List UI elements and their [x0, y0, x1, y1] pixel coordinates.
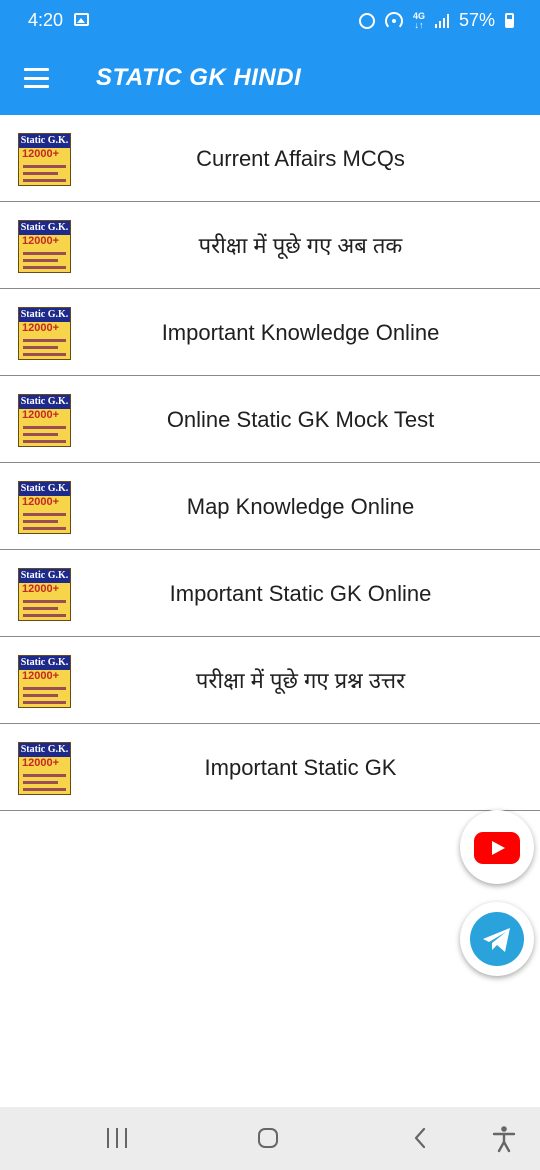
- thumbnail-title: Static G.K.: [19, 743, 70, 757]
- list-item[interactable]: Static G.K. 12000+ Important Static GK: [0, 724, 540, 811]
- list-item[interactable]: Static G.K. 12000+ Map Knowledge Online: [0, 463, 540, 550]
- thumbnail-title: Static G.K.: [19, 308, 70, 322]
- battery-percent: 57%: [458, 10, 495, 30]
- thumbnail-script-line: [23, 513, 66, 516]
- static-gk-thumbnail: Static G.K. 12000+: [18, 394, 71, 447]
- thumbnail-script-line: [23, 520, 58, 523]
- static-gk-thumbnail: Static G.K. 12000+: [18, 742, 71, 795]
- status-icons: 4G ↓↑ 57%: [358, 10, 514, 31]
- thumbnail-title: Static G.K.: [19, 134, 70, 148]
- battery-icon: [505, 13, 514, 28]
- network-type-icon: 4G ↓↑: [413, 11, 425, 30]
- list-item[interactable]: Static G.K. 12000+ Current Affairs MCQs: [0, 115, 540, 202]
- thumbnail-script-line: [23, 433, 58, 436]
- thumbnail-script-line: [23, 339, 66, 342]
- thumbnail-script-line: [23, 694, 58, 697]
- static-gk-thumbnail: Static G.K. 12000+: [18, 220, 71, 273]
- thumbnail-count: 12000+: [22, 583, 60, 595]
- telegram-icon: [470, 912, 524, 966]
- thumbnail-script-line: [23, 607, 58, 610]
- static-gk-thumbnail: Static G.K. 12000+: [18, 133, 71, 186]
- thumbnail-count: 12000+: [22, 148, 60, 160]
- list-item[interactable]: Static G.K. 12000+ परीक्षा में पूछे गए अब …: [0, 202, 540, 289]
- thumbnail-script-line: [23, 600, 66, 603]
- hotspot-icon: [384, 11, 403, 30]
- system-nav-bar: [0, 1107, 540, 1170]
- thumbnail-script-line: [23, 252, 66, 255]
- thumbnail-count: 12000+: [22, 496, 60, 508]
- thumbnail-script-line: [23, 179, 66, 182]
- thumbnail-count: 12000+: [22, 235, 60, 247]
- list-item-label: Online Static GK Mock Test: [166, 407, 435, 432]
- thumbnail-title: Static G.K.: [19, 482, 70, 496]
- signal-icon: [434, 13, 449, 28]
- list-item[interactable]: Static G.K. 12000+ Important Knowledge Onl…: [0, 289, 540, 376]
- static-gk-thumbnail: Static G.K. 12000+: [18, 655, 71, 708]
- thumbnail-script-line: [23, 527, 66, 530]
- thumbnail-title: Static G.K.: [19, 569, 70, 583]
- list-item[interactable]: Static G.K. 12000+ Important Static GK Onl…: [0, 550, 540, 637]
- list-item-label: Current Affairs MCQs: [196, 146, 405, 171]
- thumbnail-script-line: [23, 781, 58, 784]
- menu-list: Static G.K. 12000+ Current Affairs MCQs Sta…: [0, 115, 540, 811]
- list-item-label: Map Knowledge Online: [186, 494, 415, 519]
- list-item-label: परीक्षा में पूछे गए प्रश्न उत्तर: [195, 668, 406, 693]
- thumbnail-script-line: [23, 614, 66, 617]
- recent-apps-icon[interactable]: [107, 1128, 127, 1148]
- thumbnail-script-line: [23, 172, 58, 175]
- back-icon[interactable]: [411, 1127, 431, 1149]
- thumbnail-script-line: [23, 788, 66, 791]
- telegram-button[interactable]: [460, 902, 534, 976]
- thumbnail-title: Static G.K.: [19, 221, 70, 235]
- list-item-label: Important Static GK: [204, 755, 397, 780]
- home-icon[interactable]: [258, 1128, 278, 1148]
- thumbnail-count: 12000+: [22, 670, 60, 682]
- thumbnail-count: 12000+: [22, 757, 60, 769]
- hamburger-menu-icon[interactable]: [24, 68, 49, 88]
- thumbnail-script-line: [23, 259, 58, 262]
- thumbnail-script-line: [23, 266, 66, 269]
- thumbnail-count: 12000+: [22, 322, 60, 334]
- thumbnail-script-line: [23, 440, 66, 443]
- list-item[interactable]: Static G.K. 12000+ परीक्षा में पूछे गए प्र…: [0, 637, 540, 724]
- status-bar: 4:20 4G ↓↑ 57%: [0, 0, 540, 42]
- app-title: STATIC GK HINDI: [96, 64, 302, 91]
- status-time: 4:20: [28, 10, 64, 30]
- thumbnail-count: 12000+: [22, 409, 60, 421]
- thumbnail-title: Static G.K.: [19, 395, 70, 409]
- thumbnail-script-line: [23, 687, 66, 690]
- list-item[interactable]: Static G.K. 12000+ Online Static GK Mock T…: [0, 376, 540, 463]
- youtube-icon: [474, 832, 520, 864]
- thumbnail-script-line: [23, 774, 66, 777]
- app-bar: STATIC GK HINDI: [0, 42, 540, 115]
- youtube-button[interactable]: [460, 810, 534, 884]
- list-item-label: परीक्षा में पूछे गए अब तक: [198, 233, 403, 258]
- alarm-icon: [358, 12, 375, 29]
- thumbnail-script-line: [23, 701, 66, 704]
- thumbnail-script-line: [23, 165, 66, 168]
- list-item-label: Important Static GK Online: [169, 581, 432, 606]
- thumbnail-script-line: [23, 353, 66, 356]
- thumbnail-script-line: [23, 346, 58, 349]
- static-gk-thumbnail: Static G.K. 12000+: [18, 481, 71, 534]
- list-item-label: Important Knowledge Online: [161, 320, 440, 345]
- image-notification-icon: [74, 13, 89, 26]
- accessibility-icon[interactable]: [490, 1125, 518, 1153]
- network-activity-arrows: ↓↑: [414, 19, 424, 30]
- thumbnail-script-line: [23, 426, 66, 429]
- static-gk-thumbnail: Static G.K. 12000+: [18, 307, 71, 360]
- static-gk-thumbnail: Static G.K. 12000+: [18, 568, 71, 621]
- thumbnail-title: Static G.K.: [19, 656, 70, 670]
